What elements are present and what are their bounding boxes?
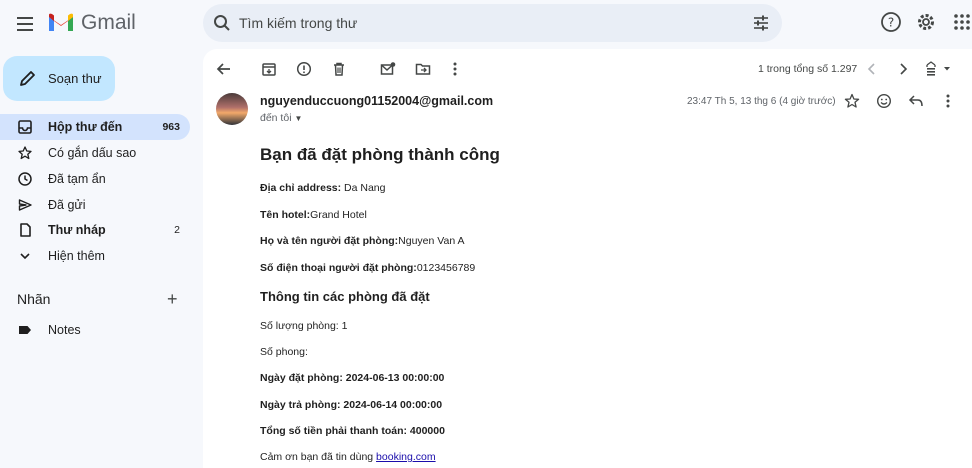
room-count-line: Số lượng phòng: 1 <box>260 320 348 332</box>
gmail-logo-mark <box>49 13 73 31</box>
report-icon[interactable] <box>296 61 312 77</box>
email-title: Bạn đã đặt phòng thành công <box>260 145 500 164</box>
checkin-line: Ngày đặt phòng: 2024-06-13 00:00:00 <box>260 372 445 384</box>
star-icon[interactable] <box>844 93 860 109</box>
guest-name-label: Họ và tên người đặt phòng: <box>260 235 399 247</box>
total-line: Tổng số tiền phải thanh toán: 400000 <box>260 425 445 437</box>
room-number-line: Số phong: <box>260 346 308 358</box>
chevron-down-icon <box>20 253 30 260</box>
clock-icon <box>18 172 32 186</box>
sidebar-item-label: Hiện thêm <box>48 249 105 263</box>
sender-email[interactable]: nguyenduccuong01152004@gmail.com <box>260 94 493 108</box>
sidebar-item-label: Có gắn dấu sao <box>48 146 137 160</box>
draft-icon <box>20 223 31 237</box>
menu-icon[interactable] <box>10 9 40 39</box>
address-value: Da Nang <box>341 182 386 194</box>
sidebar-item-label: Hộp thư đến <box>48 120 123 134</box>
booking-link[interactable]: booking.com <box>376 451 436 463</box>
chevron-down-icon: ▼ <box>294 114 303 123</box>
apps-icon[interactable] <box>953 11 971 33</box>
pencil-icon <box>20 71 35 86</box>
archive-icon[interactable] <box>261 61 277 77</box>
pager-text: 1 trong tổng số 1.297 <box>758 63 858 75</box>
hotel-label: Tên hotel: <box>260 209 311 221</box>
sidebar-item-sent[interactable]: Đã gửi <box>0 192 190 218</box>
guest-name-value: Nguyen Van A <box>398 235 465 247</box>
back-icon[interactable] <box>216 61 232 77</box>
search-icon[interactable] <box>213 14 231 32</box>
hotel-value: Grand Hotel <box>310 209 367 221</box>
avatar[interactable] <box>216 93 248 125</box>
guest-name-line: Họ và tên người đặt phòng:Nguyen Van A <box>260 235 465 247</box>
phone-label: Số điện thoại người đặt phòng: <box>260 262 417 274</box>
sidebar-item-label: Đã gửi <box>48 198 86 212</box>
gmail-logo[interactable]: Gmail <box>48 11 136 35</box>
sidebar-item-label: Thư nháp <box>48 223 106 237</box>
compose-button[interactable]: Soạn thư <box>3 56 115 101</box>
label-name: Notes <box>48 323 81 337</box>
sidebar-item-drafts[interactable]: Thư nháp 2 <box>0 217 190 243</box>
recipient-label: đến tôi <box>260 112 292 124</box>
message-panel: 1 trong tổng số 1.297 nguyenduccuong0115… <box>203 49 972 468</box>
send-icon <box>18 199 32 211</box>
sidebar-item-snoozed[interactable]: Đã tạm ẩn <box>0 166 190 192</box>
rooms-heading: Thông tin các phòng đã đặt <box>260 289 430 304</box>
add-label-icon[interactable]: + <box>167 290 178 308</box>
mark-unread-icon[interactable] <box>380 61 396 77</box>
inbox-icon <box>18 120 32 134</box>
address-label: Địa chỉ address: <box>260 182 342 194</box>
phone-value: 0123456789 <box>416 262 476 274</box>
hotel-line: Tên hotel:Grand Hotel <box>260 209 367 221</box>
sidebar-item-label: Đã tạm ẩn <box>48 172 106 186</box>
emoji-icon[interactable] <box>876 93 892 109</box>
reply-icon[interactable] <box>908 93 924 109</box>
sidebar-item-inbox[interactable]: Hộp thư đến 963 <box>0 114 190 140</box>
label-icon <box>19 326 31 334</box>
sidebar-label-notes[interactable]: Notes <box>0 317 190 343</box>
move-icon[interactable] <box>415 61 431 77</box>
compose-label: Soạn thư <box>48 71 102 86</box>
gear-icon[interactable] <box>915 11 937 33</box>
recipient-text[interactable]: đến tôi ▼ <box>260 112 302 124</box>
app-name: Gmail <box>81 11 136 34</box>
svg-text:?: ? <box>888 16 894 30</box>
sidebar-item-starred[interactable]: Có gắn dấu sao <box>0 140 190 166</box>
star-icon <box>18 146 32 160</box>
draft-count: 2 <box>174 224 180 236</box>
thanks-line: Cảm ơn bạn đã tin dùng booking.com <box>260 451 436 463</box>
more-vert-icon[interactable] <box>942 93 954 109</box>
labels-heading: Nhãn <box>17 291 51 307</box>
tune-icon[interactable] <box>752 14 770 32</box>
checkout-line: Ngày trả phòng: 2024-06-14 00:00:00 <box>260 399 443 411</box>
message-timestamp: 23:47 Th 5, 13 thg 6 (4 giờ trước) <box>687 96 836 107</box>
thanks-text: Cảm ơn bạn đã tin dùng <box>260 451 377 463</box>
address-line: Địa chỉ address: Da Nang <box>260 182 385 194</box>
unread-count: 963 <box>162 121 180 133</box>
sidebar-item-more[interactable]: Hiện thêm <box>0 243 190 269</box>
delete-icon[interactable] <box>331 61 347 77</box>
keyboard-icon[interactable] <box>925 61 953 77</box>
search-bar[interactable] <box>203 4 782 42</box>
help-icon[interactable]: ? <box>880 11 902 33</box>
phone-line: Số điện thoại người đặt phòng:0123456789 <box>260 262 475 274</box>
chevron-right-icon[interactable] <box>897 61 909 77</box>
top-bar: Gmail ? <box>0 0 972 48</box>
chevron-left-icon[interactable] <box>866 61 878 77</box>
more-vert-icon[interactable] <box>449 61 461 77</box>
search-input[interactable] <box>239 4 739 42</box>
